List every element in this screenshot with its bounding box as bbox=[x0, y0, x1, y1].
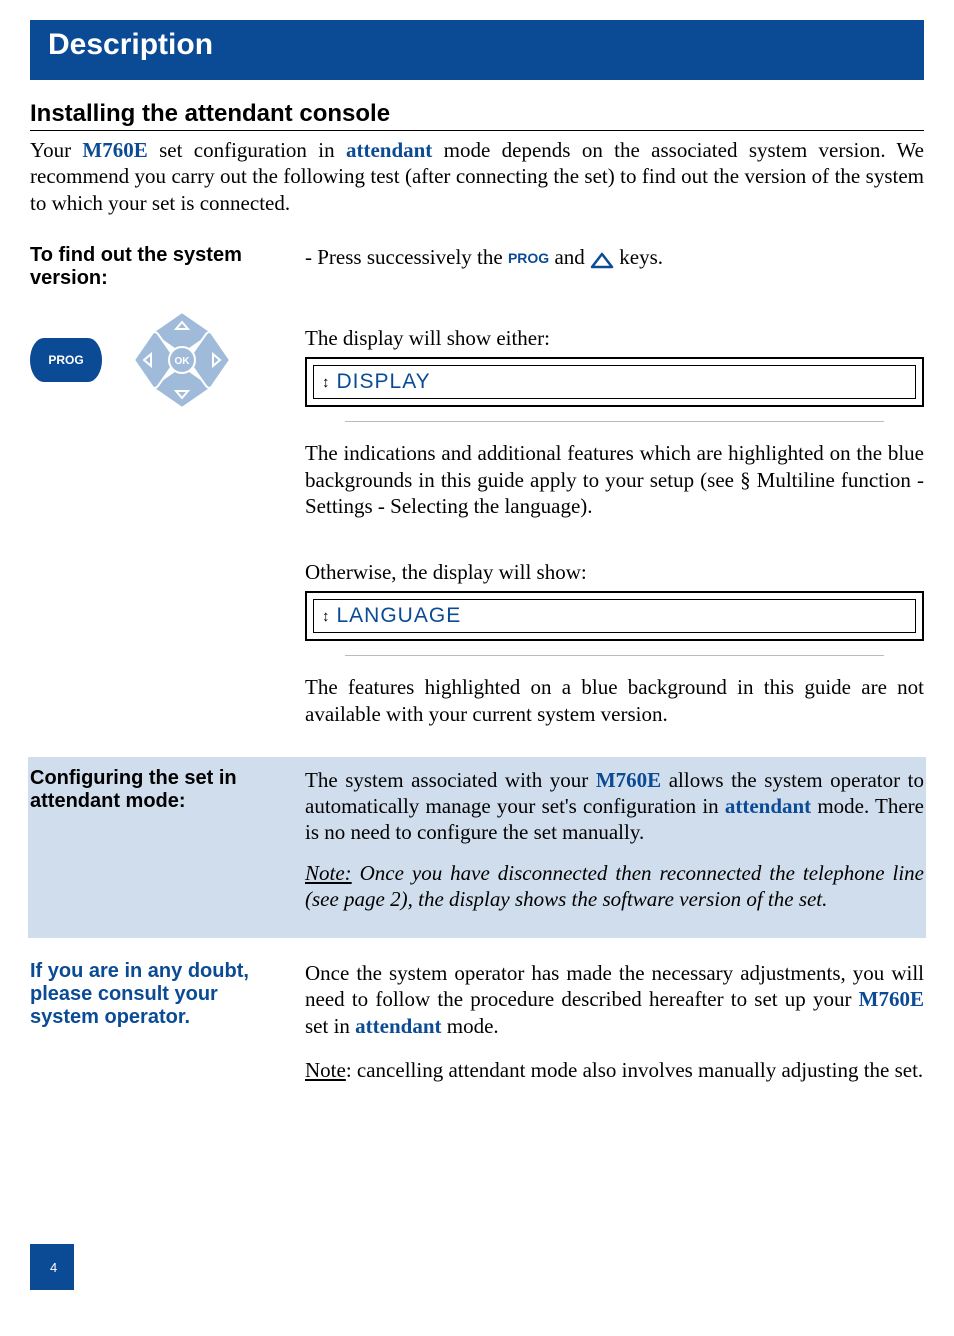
display-box: ↕ DISPLAY bbox=[313, 365, 916, 399]
show-either-text: The display will show either: bbox=[305, 325, 924, 351]
mode-label: attendant bbox=[725, 794, 811, 818]
config-paragraph: The system associated with your M760E al… bbox=[305, 767, 924, 846]
prog-key-icon: PROG bbox=[30, 338, 102, 382]
text: The system associated with your bbox=[305, 768, 596, 792]
divider bbox=[345, 655, 884, 656]
explain-display: The indications and additional features … bbox=[305, 440, 924, 519]
highlight-panel: Configuring the set in attendant mode: T… bbox=[28, 757, 926, 938]
prog-label: PROG bbox=[48, 353, 83, 367]
page: Description Installing the attendant con… bbox=[0, 0, 954, 1290]
updown-arrow-icon: ↕ bbox=[322, 374, 331, 391]
key-icons: PROG OK bbox=[30, 310, 287, 410]
text: set configuration in bbox=[148, 138, 346, 162]
page-number: 4 bbox=[50, 1260, 57, 1275]
updown-arrow-icon: ↕ bbox=[322, 608, 331, 625]
display-box-outer: ↕ LANGUAGE bbox=[305, 591, 924, 641]
note-label: Note bbox=[305, 1058, 346, 1082]
text: Once the system operator has made the ne… bbox=[305, 961, 924, 1011]
mode-label: attendant bbox=[355, 1014, 441, 1038]
header-bar: Description bbox=[30, 20, 924, 80]
display-box-outer: ↕ DISPLAY bbox=[305, 357, 924, 407]
right-content-version: - Press successively the PROG and keys. … bbox=[305, 244, 924, 727]
model-label: M760E bbox=[859, 987, 924, 1011]
text: set in bbox=[305, 1014, 355, 1038]
otherwise-text: Otherwise, the display will show: bbox=[305, 559, 924, 585]
display-value: LANGUAGE bbox=[337, 604, 462, 628]
text: keys. bbox=[614, 245, 663, 269]
text: and bbox=[549, 245, 590, 269]
left-heading-doubt: If you are in any doubt, please consult … bbox=[30, 960, 305, 1029]
svg-text:OK: OK bbox=[175, 356, 191, 367]
row-find-version: To find out the system version: PROG bbox=[30, 244, 924, 727]
operator-paragraph: Once the system operator has made the ne… bbox=[305, 960, 924, 1039]
dpad-icon: OK bbox=[132, 310, 232, 410]
left-heading-configuring: Configuring the set in attendant mode: bbox=[30, 767, 305, 813]
note-text: Once you have disconnected then reconnec… bbox=[305, 861, 924, 911]
row-configuring: Configuring the set in attendant mode: T… bbox=[30, 767, 924, 926]
display-value: DISPLAY bbox=[337, 370, 431, 394]
press-keys-line: - Press successively the PROG and keys. bbox=[305, 244, 924, 270]
page-number-stripe: 4 bbox=[30, 1244, 74, 1290]
prog-key-inline-icon: PROG bbox=[508, 250, 549, 268]
right-content-configuring: The system associated with your M760E al… bbox=[305, 767, 924, 926]
mode-label: attendant bbox=[346, 138, 432, 162]
note-label: Note: bbox=[305, 861, 352, 885]
triangle-up-icon bbox=[590, 250, 614, 268]
left-heading-text: To find out the system version: bbox=[30, 244, 287, 290]
config-note: Note: Once you have disconnected then re… bbox=[305, 860, 924, 913]
text: - Press successively the bbox=[305, 245, 508, 269]
section-heading: Installing the attendant console bbox=[30, 100, 924, 131]
model-label: M760E bbox=[82, 138, 147, 162]
text: mode. bbox=[442, 1014, 499, 1038]
display-box: ↕ LANGUAGE bbox=[313, 599, 916, 633]
divider bbox=[345, 421, 884, 422]
cancel-note: Note: cancelling attendant mode also inv… bbox=[305, 1057, 924, 1083]
explain-language: The features highlighted on a blue backg… bbox=[305, 674, 924, 727]
model-label: M760E bbox=[596, 768, 661, 792]
intro-paragraph: Your M760E set configuration in attendan… bbox=[30, 137, 924, 216]
page-title: Description bbox=[48, 28, 906, 62]
note-text: : cancelling attendant mode also involve… bbox=[346, 1058, 923, 1082]
row-doubt: If you are in any doubt, please consult … bbox=[30, 960, 924, 1101]
text: Your bbox=[30, 138, 82, 162]
left-heading-version: To find out the system version: PROG bbox=[30, 244, 305, 410]
right-content-doubt: Once the system operator has made the ne… bbox=[305, 960, 924, 1101]
